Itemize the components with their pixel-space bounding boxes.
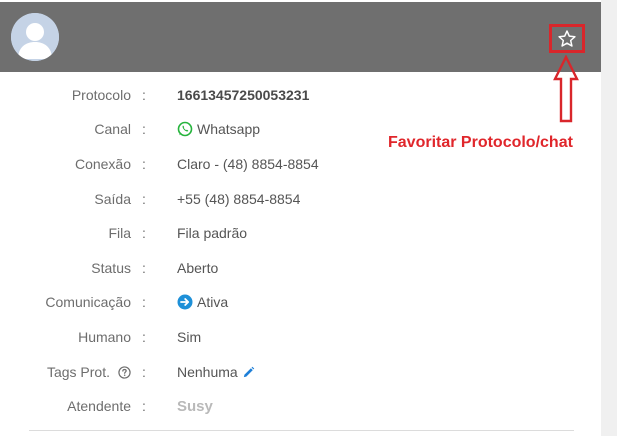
scrollbar-track[interactable] <box>601 0 617 436</box>
detail-separator: : <box>142 260 146 276</box>
arrow-circle-right-icon <box>177 294 193 310</box>
detail-separator: : <box>142 398 146 414</box>
favorite-button[interactable] <box>549 24 585 53</box>
connection-value: Claro - (48) 8854-8854 <box>177 156 319 172</box>
detail-label: Protocolo <box>71 87 131 103</box>
detail-label: Canal <box>94 121 131 137</box>
human-value: Sim <box>177 329 202 345</box>
detail-label: Status <box>91 260 131 276</box>
detail-row-canal: Canal : Whatsapp <box>0 112 601 146</box>
tags-value: Nenhuma <box>177 364 238 380</box>
detail-label-tags: Tags Prot. <box>47 355 131 389</box>
contact-header <box>0 2 601 72</box>
question-circle-icon[interactable] <box>118 365 131 379</box>
detail-row-fila: Fila : Fila padrão <box>0 216 601 250</box>
detail-separator: : <box>142 329 146 345</box>
detail-separator: : <box>142 225 146 241</box>
detail-label: Conexão <box>74 156 131 172</box>
detail-value-canal: Whatsapp <box>177 112 260 146</box>
detail-separator: : <box>142 364 146 380</box>
detail-label: Saída <box>94 191 131 207</box>
divider <box>29 430 574 431</box>
detail-separator: : <box>142 87 146 103</box>
protocol-details-panel: Favoritar Protocolo/chat Protocolo : 166… <box>0 0 601 436</box>
channel-name: Whatsapp <box>197 121 261 137</box>
detail-value-tags: Nenhuma <box>177 355 255 389</box>
detail-separator: : <box>142 191 146 207</box>
detail-row-tags: Tags Prot. : Nenhuma <box>0 355 601 389</box>
detail-label: Atendente <box>67 398 131 414</box>
detail-row-comunicacao: Comunicação : Ativa <box>0 285 601 319</box>
detail-separator: : <box>142 156 146 172</box>
detail-separator: : <box>142 121 146 137</box>
detail-row-conexao: Conexão : Claro - (48) 8854-8854 <box>0 147 601 181</box>
detail-label: Fila <box>108 225 131 241</box>
detail-row-protocolo: Protocolo : 16613457250053231 <box>0 78 601 112</box>
detail-row-status: Status : Aberto <box>0 251 601 285</box>
user-avatar-icon[interactable] <box>11 13 59 61</box>
detail-row-atendente: Atendente : Susy <box>0 389 601 423</box>
detail-label: Humano <box>78 329 131 345</box>
star-outline-icon <box>558 29 576 47</box>
detail-row-humano: Humano : Sim <box>0 320 601 354</box>
detail-separator: : <box>142 294 146 310</box>
queue-value: Fila padrão <box>177 225 248 241</box>
whatsapp-icon <box>177 121 193 137</box>
detail-value-comunicacao: Ativa <box>177 285 228 319</box>
detail-row-saida: Saída : +55 (48) 8854-8854 <box>0 182 601 216</box>
communication-status: Ativa <box>197 294 229 310</box>
agent-name: Susy <box>177 397 213 415</box>
protocol-number: 16613457250053231 <box>177 87 310 103</box>
status-value: Aberto <box>177 260 219 276</box>
pencil-icon[interactable] <box>242 366 255 379</box>
detail-label: Comunicação <box>45 294 131 310</box>
tags-label: Tags Prot. <box>46 364 110 380</box>
outgoing-number: +55 (48) 8854-8854 <box>177 191 301 207</box>
